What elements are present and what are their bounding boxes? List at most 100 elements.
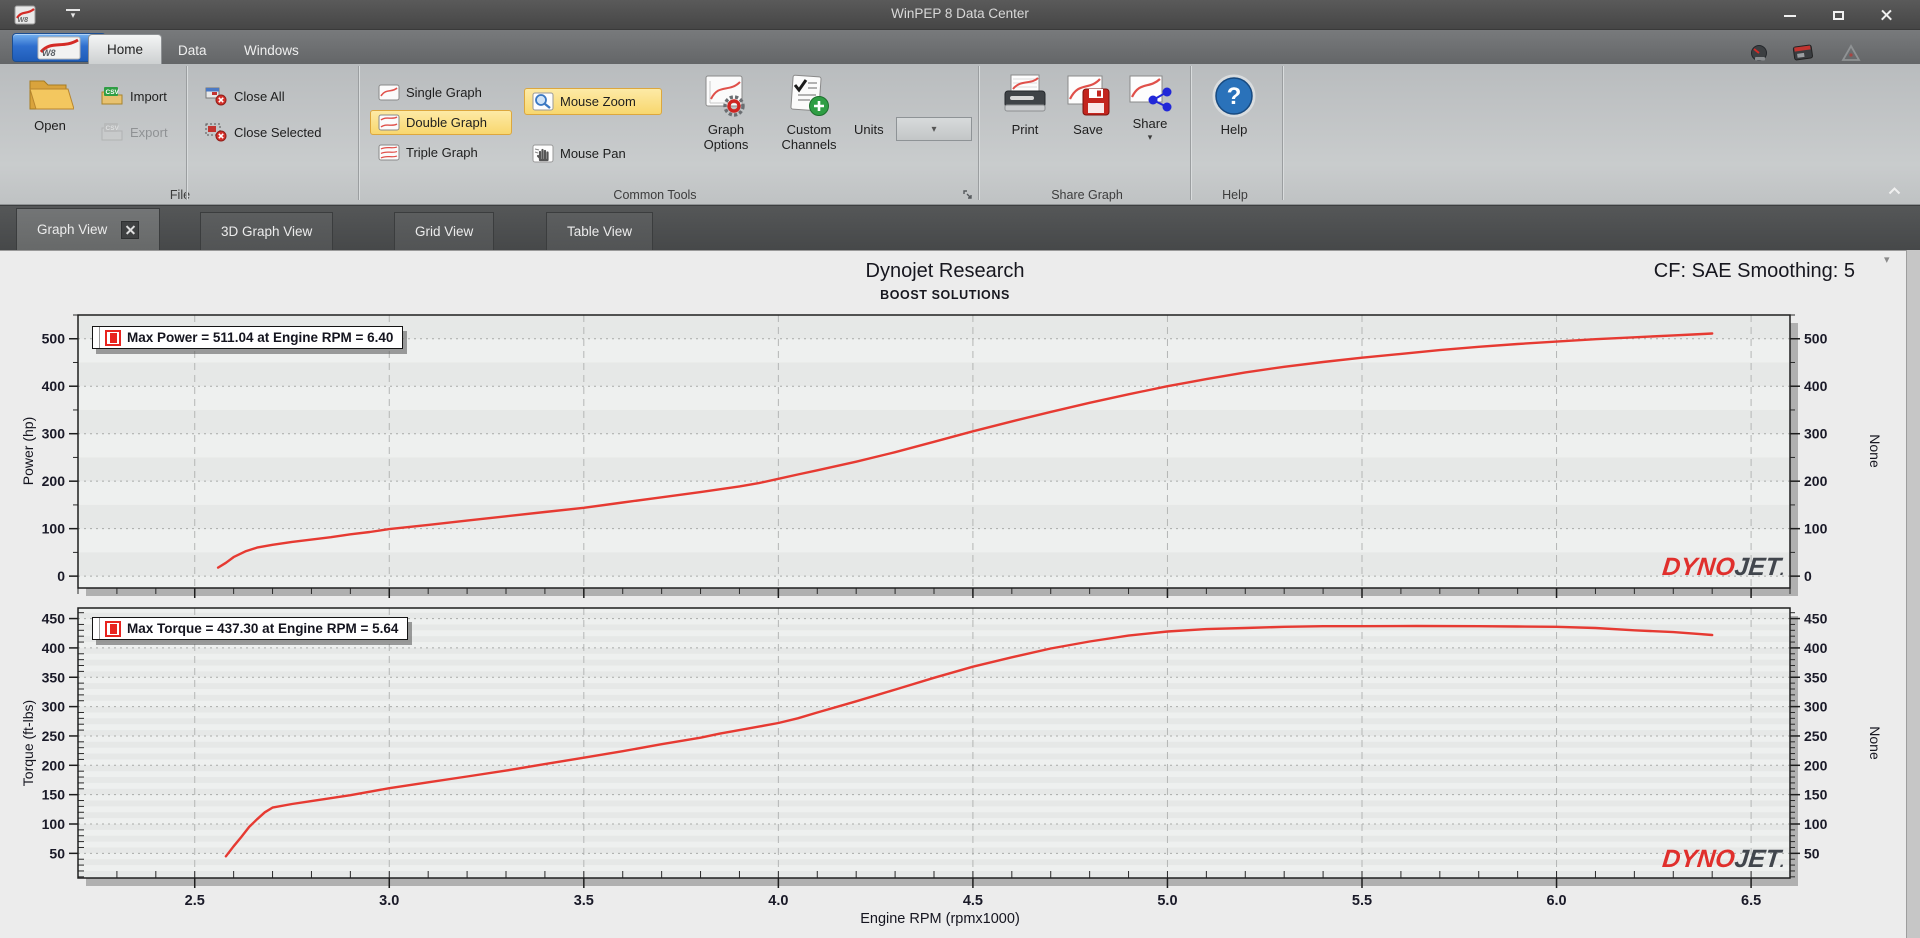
print-button[interactable]: Print bbox=[992, 70, 1058, 182]
maximize-button[interactable] bbox=[1823, 7, 1853, 24]
svg-text:450: 450 bbox=[1804, 611, 1828, 627]
minimize-button[interactable] bbox=[1775, 7, 1805, 24]
close-selected-icon bbox=[205, 123, 227, 142]
dynojet-logo: DYNOJET. bbox=[1661, 553, 1786, 581]
svg-text:250: 250 bbox=[1804, 728, 1828, 744]
svg-text:500: 500 bbox=[42, 331, 66, 347]
share-icon bbox=[1129, 75, 1172, 112]
svg-text:W8: W8 bbox=[42, 48, 56, 58]
triple-graph-button[interactable]: Triple Graph bbox=[370, 140, 512, 165]
torque-y-axis-label: Torque (ft-lbs) bbox=[20, 699, 36, 787]
tab-grid-view[interactable]: Grid View bbox=[394, 212, 495, 250]
collapse-ribbon-button[interactable] bbox=[1882, 182, 1906, 200]
close-selected-button[interactable]: Close Selected bbox=[196, 118, 329, 146]
custom-channels-icon bbox=[790, 74, 829, 116]
close-tab-icon[interactable] bbox=[121, 220, 140, 239]
svg-text:CSV: CSV bbox=[106, 89, 120, 96]
svg-text:500: 500 bbox=[1804, 331, 1828, 347]
ribbon-tab-home[interactable]: Home bbox=[88, 34, 163, 64]
svg-text:100: 100 bbox=[1804, 816, 1828, 832]
x-axis-label: Engine RPM (rpmx1000) bbox=[860, 911, 1020, 927]
svg-text:250: 250 bbox=[42, 728, 66, 744]
units-dropdown[interactable]: ▾ bbox=[896, 117, 972, 141]
title-bar: W8 ▾ WinPEP 8 Data Center bbox=[0, 0, 1920, 30]
custom-channels-button[interactable]: Custom Channels bbox=[770, 70, 848, 182]
ribbon-tab-windows[interactable]: Windows bbox=[226, 36, 317, 64]
power-series-swatch bbox=[105, 329, 121, 346]
max-power-label: Max Power = 511.04 at Engine RPM = 6.40 bbox=[127, 330, 394, 345]
help-button[interactable]: ? Help bbox=[1204, 70, 1264, 182]
svg-text:4.5: 4.5 bbox=[963, 893, 983, 909]
torque-series-swatch bbox=[105, 620, 121, 637]
svg-text:400: 400 bbox=[42, 640, 66, 656]
close-button[interactable] bbox=[1871, 7, 1901, 24]
svg-text:0: 0 bbox=[1804, 568, 1812, 584]
svg-text:50: 50 bbox=[49, 845, 65, 861]
svg-text:400: 400 bbox=[1804, 640, 1828, 656]
svg-text:400: 400 bbox=[1804, 378, 1828, 394]
torque-legend: Max Torque = 437.30 at Engine RPM = 5.64 bbox=[92, 617, 409, 640]
svg-text:350: 350 bbox=[1804, 669, 1828, 685]
separator bbox=[1282, 66, 1283, 200]
open-folder-icon bbox=[29, 80, 74, 110]
separator bbox=[978, 66, 979, 200]
chevron-up-icon bbox=[1888, 187, 1900, 195]
warning-icon[interactable] bbox=[1840, 44, 1862, 62]
tab-3d-graph-view[interactable]: 3D Graph View bbox=[200, 212, 334, 250]
save-floppy-icon bbox=[1067, 75, 1110, 116]
svg-text:50: 50 bbox=[1804, 845, 1820, 861]
common-tools-group-label: Common Tools bbox=[613, 188, 697, 202]
svg-text:4.0: 4.0 bbox=[768, 893, 788, 909]
svg-text:CSV: CSV bbox=[106, 125, 120, 132]
charts-canvas: 0 0 100 100 200 200 300 300 400 400 500 500 50 50 100 1… bbox=[42, 314, 1828, 909]
double-graph-button[interactable]: Double Graph bbox=[370, 110, 512, 135]
import-csv-icon: CSV bbox=[101, 87, 123, 105]
svg-text:3.5: 3.5 bbox=[574, 893, 594, 909]
svg-text:200: 200 bbox=[42, 473, 66, 489]
file-group-label: File bbox=[169, 188, 191, 202]
magnifier-icon bbox=[532, 92, 554, 111]
save-button[interactable]: Save bbox=[1058, 70, 1118, 182]
svg-text:5.5: 5.5 bbox=[1352, 893, 1372, 909]
import-button[interactable]: CSV Import bbox=[92, 82, 175, 110]
svg-text:300: 300 bbox=[42, 426, 66, 442]
winpep-logo-icon: W8 bbox=[37, 36, 81, 59]
export-button[interactable]: CSV Export bbox=[92, 118, 176, 146]
svg-text:100: 100 bbox=[42, 521, 66, 537]
export-csv-icon: CSV bbox=[101, 123, 123, 141]
ribbon-tab-data[interactable]: Data bbox=[160, 36, 225, 64]
graph-options-icon bbox=[705, 75, 745, 117]
separator bbox=[1190, 66, 1191, 200]
svg-text:450: 450 bbox=[42, 611, 66, 627]
svg-text:100: 100 bbox=[42, 816, 66, 832]
separator bbox=[358, 66, 359, 200]
share-button[interactable]: Share ▾ bbox=[1120, 70, 1180, 182]
svg-text:100: 100 bbox=[1804, 521, 1828, 537]
chevron-down-icon: ▾ bbox=[1147, 132, 1153, 142]
tab-table-view[interactable]: Table View bbox=[546, 212, 654, 250]
gauge-icon[interactable] bbox=[1748, 44, 1770, 62]
power-legend: Max Power = 511.04 at Engine RPM = 6.40 bbox=[92, 326, 404, 349]
svg-text:2.5: 2.5 bbox=[185, 893, 205, 909]
svg-text:200: 200 bbox=[1804, 757, 1828, 773]
mouse-zoom-button[interactable]: Mouse Zoom bbox=[524, 88, 662, 115]
svg-text:300: 300 bbox=[42, 699, 66, 715]
graph-options-button[interactable]: Graph Options bbox=[690, 70, 762, 182]
close-all-button[interactable]: Close All bbox=[196, 82, 293, 110]
window-title: WinPEP 8 Data Center bbox=[891, 6, 1029, 21]
share-graph-group-label: Share Graph bbox=[1051, 188, 1123, 202]
torque-right-axis-label: None bbox=[1867, 726, 1883, 760]
dyno-device-icon[interactable] bbox=[1792, 44, 1814, 62]
single-graph-button[interactable]: Single Graph bbox=[370, 80, 512, 105]
open-button[interactable]: Open bbox=[14, 70, 86, 182]
svg-text:0: 0 bbox=[57, 568, 65, 584]
svg-text:150: 150 bbox=[42, 787, 66, 803]
svg-text:300: 300 bbox=[1804, 426, 1828, 442]
mouse-pan-button[interactable]: Mouse Pan bbox=[524, 140, 662, 167]
svg-text:350: 350 bbox=[42, 669, 66, 685]
triple-graph-icon bbox=[378, 144, 400, 161]
svg-text:3.0: 3.0 bbox=[379, 893, 399, 909]
tab-graph-view[interactable]: Graph View bbox=[16, 208, 161, 250]
svg-text:400: 400 bbox=[42, 378, 66, 394]
dialog-launcher-icon[interactable] bbox=[962, 189, 975, 202]
